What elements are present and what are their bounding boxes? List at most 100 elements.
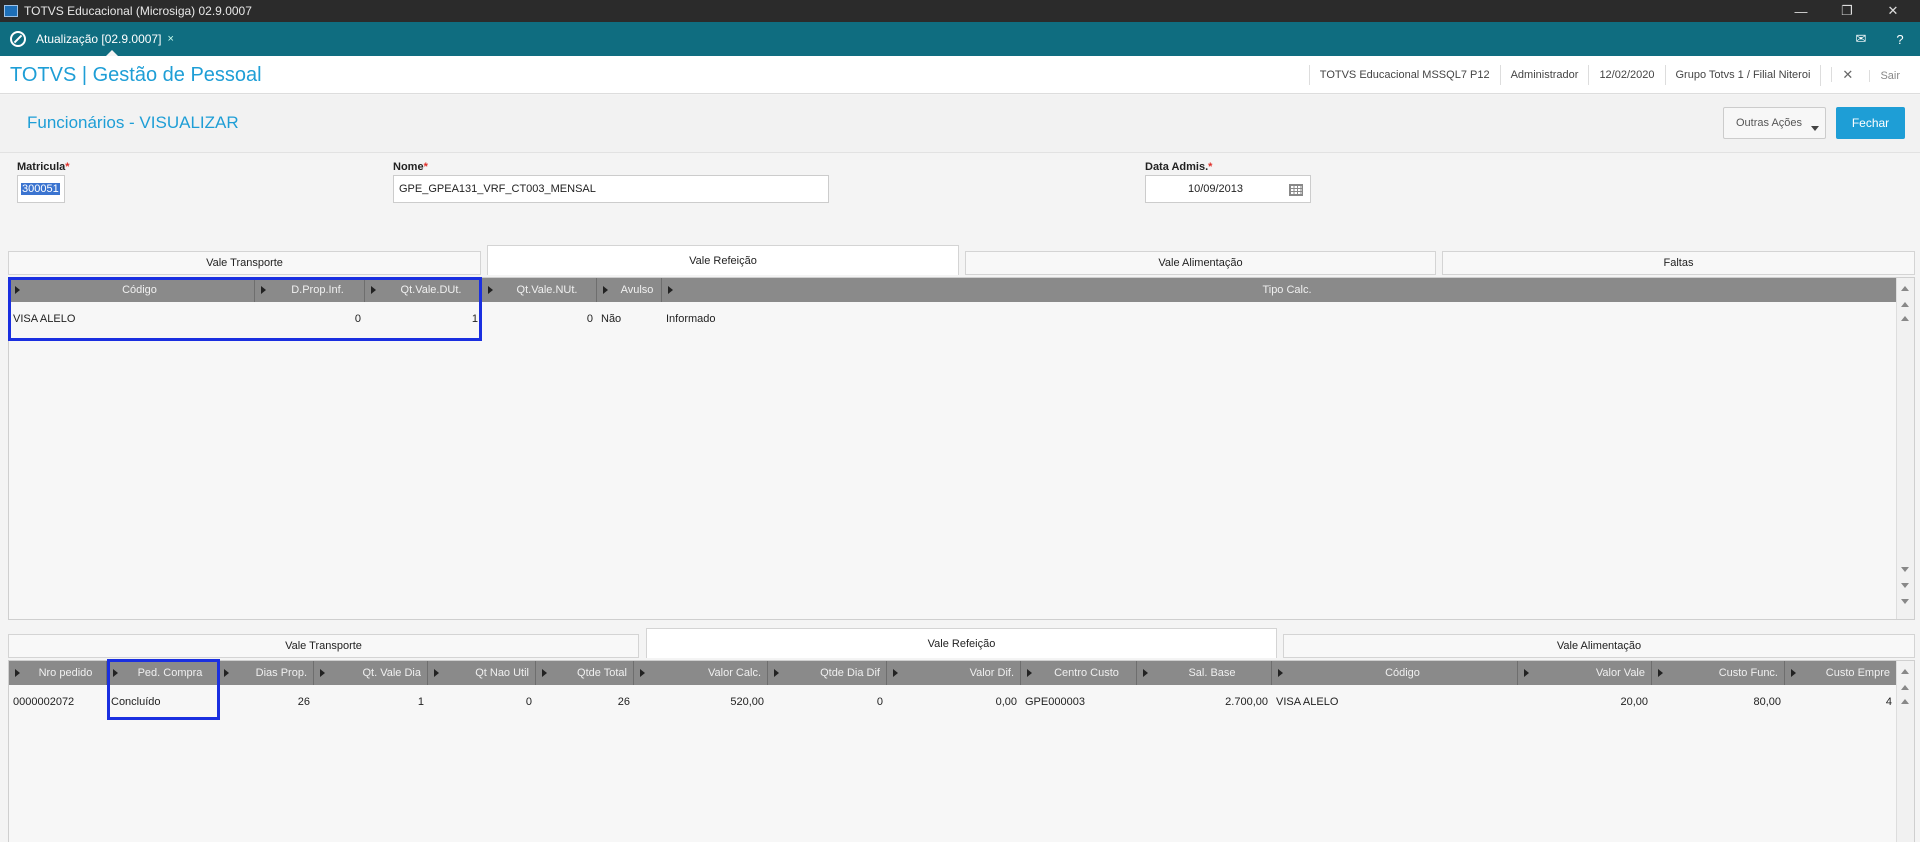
cell-centro-custo: GPE000003 [1025,696,1085,708]
column-arrow-icon [434,669,439,677]
column-arrow-icon [1143,669,1148,677]
tab-vale-transporte-bottom[interactable]: Vale Transporte [8,634,639,658]
col-header-sal-base[interactable]: Sal. Base [1137,661,1272,685]
scroll-up-icon[interactable] [1901,316,1909,321]
column-arrow-icon [1791,669,1796,677]
col-header-label: Qtde Dia Dif [820,667,880,679]
nome-label: Nome* [393,161,428,173]
matricula-field[interactable]: 300051 [17,175,65,203]
column-arrow-icon [774,669,779,677]
tab-atualizacao[interactable]: Atualização [02.9.0007] × [36,22,174,56]
scroll-down-icon[interactable] [1901,567,1909,572]
col-header-label: Qtde Total [577,667,627,679]
tab-close-icon[interactable]: × [167,33,173,45]
vertical-scrollbar[interactable] [1896,661,1914,842]
help-icon[interactable]: ? [1891,30,1909,48]
scroll-up-icon[interactable] [1901,669,1909,674]
calendar-icon[interactable] [1289,184,1303,196]
cell-qt-nao-util: 0 [525,696,532,708]
column-arrow-icon [603,286,608,294]
col-header-valor-dif[interactable]: Valor Dif. [887,661,1021,685]
window-titlebar: TOTVS Educacional (Microsiga) 02.9.0007 … [0,0,1920,22]
cell-codigo: VISA ALELO [1276,696,1339,708]
scroll-down-icon[interactable] [1901,599,1909,604]
col-header-qtde-dia-dif[interactable]: Qtde Dia Dif [768,661,887,685]
table-row[interactable]: 0000002072 Concluído 26 1 0 26 520,00 0 … [9,691,1896,713]
col-header-centro-custo[interactable]: Centro Custo [1021,661,1137,685]
col-header-label: Centro Custo [1054,667,1119,679]
scroll-up-icon[interactable] [1901,302,1909,307]
tab-vale-alimentacao-bottom[interactable]: Vale Alimentação [1283,634,1915,658]
cell-qt-vale-dia: 1 [417,696,424,708]
tab-vale-alimentacao[interactable]: Vale Alimentação [965,251,1436,275]
app-icon [4,5,18,17]
close-x-icon: ✕ [1831,66,1864,82]
column-arrow-icon [1524,669,1529,677]
col-header-qtvalenut[interactable]: Qt.Vale.NUt. [482,278,597,302]
tab-vale-transporte[interactable]: Vale Transporte [8,251,481,275]
close-icon[interactable]: ✕ [1870,0,1916,22]
highlight-box [8,277,482,341]
col-header-custo-empre[interactable]: Custo Empre [1785,661,1896,685]
column-arrow-icon [1278,669,1283,677]
col-header-label: Tipo Calc. [1262,284,1312,296]
col-header-label: Qt Nao Util [475,667,529,679]
cell-valor-vale: 20,00 [1620,696,1648,708]
tab-vale-refeicao-bottom[interactable]: Vale Refeição [646,628,1277,658]
scroll-up-icon[interactable] [1901,286,1909,291]
scroll-up-icon[interactable] [1901,699,1909,704]
tab-faltas[interactable]: Faltas [1442,251,1915,275]
scroll-down-icon[interactable] [1901,583,1909,588]
mail-icon[interactable]: ✉ [1852,30,1870,48]
col-header-avulso[interactable]: Avulso [597,278,662,302]
session-info: TOTVS Educacional MSSQL7 P12 Administrad… [1308,56,1920,94]
highlight-box [107,659,220,720]
col-header-dias-prop[interactable]: Dias Prop. [218,661,314,685]
col-header-label: Valor Calc. [708,667,761,679]
cell-dias-prop: 26 [297,696,310,708]
col-header-label: Avulso [620,284,654,296]
restore-icon[interactable]: ❐ [1824,0,1870,22]
date-label: 12/02/2020 [1588,65,1664,85]
close-button[interactable]: Fechar [1836,107,1905,139]
data-admis-field[interactable]: 10/09/2013 [1145,175,1311,203]
col-header-qt-nao-util[interactable]: Qt Nao Util [428,661,536,685]
column-arrow-icon [542,669,547,677]
col-header-nro-pedido[interactable]: Nro pedido [9,661,107,685]
other-actions-button[interactable]: Outras Ações [1723,107,1826,139]
col-header-qtde-total[interactable]: Qtde Total [536,661,634,685]
col-header-label: Nro pedido [38,667,93,679]
data-admis-label-text: Data Admis. [1145,161,1209,173]
column-arrow-icon [640,669,645,677]
cell-custo-empre: 4 [1885,696,1892,708]
exit-button[interactable]: ✕ Sair [1820,64,1920,86]
column-arrow-icon [15,669,20,677]
col-header-label: Qt.Vale.NUt. [516,284,578,296]
required-mark: * [65,161,70,173]
nome-label-text: Nome [393,161,424,173]
environment-label: TOTVS Educacional MSSQL7 P12 [1308,65,1500,85]
cell-qtde-total: 26 [617,696,630,708]
minimize-icon[interactable]: — [1778,0,1824,22]
module-tabstrip: Atualização [02.9.0007] × ✉ ? [0,22,1920,56]
col-header-valor-calc[interactable]: Valor Calc. [634,661,768,685]
col-header-valor-vale[interactable]: Valor Vale [1518,661,1652,685]
col-header-tipocalc[interactable]: Tipo Calc. [662,278,1896,302]
col-header-label: Dias Prop. [255,667,307,679]
scroll-up-icon[interactable] [1901,685,1909,690]
col-header-qt-vale-dia[interactable]: Qt. Vale Dia [314,661,428,685]
tab-vale-refeicao[interactable]: Vale Refeição [487,245,959,275]
col-header-custo-func[interactable]: Custo Func. [1652,661,1785,685]
col-header-codigo[interactable]: Código [1272,661,1518,685]
vertical-scrollbar[interactable] [1896,278,1914,619]
cell-valor-calc: 520,00 [730,696,764,708]
nome-field[interactable]: GPE_GPEA131_VRF_CT003_MENSAL [393,175,829,203]
user-label: Administrador [1499,65,1589,85]
column-arrow-icon [893,669,898,677]
data-admis-value: 10/09/2013 [1187,183,1244,195]
cell-avulso: Não [601,313,622,325]
col-header-label: Valor Vale [1595,667,1645,679]
matricula-value: 300051 [21,183,60,195]
col-header-label: Qt. Vale Dia [362,667,422,679]
totvs-logo-icon[interactable] [10,31,26,47]
